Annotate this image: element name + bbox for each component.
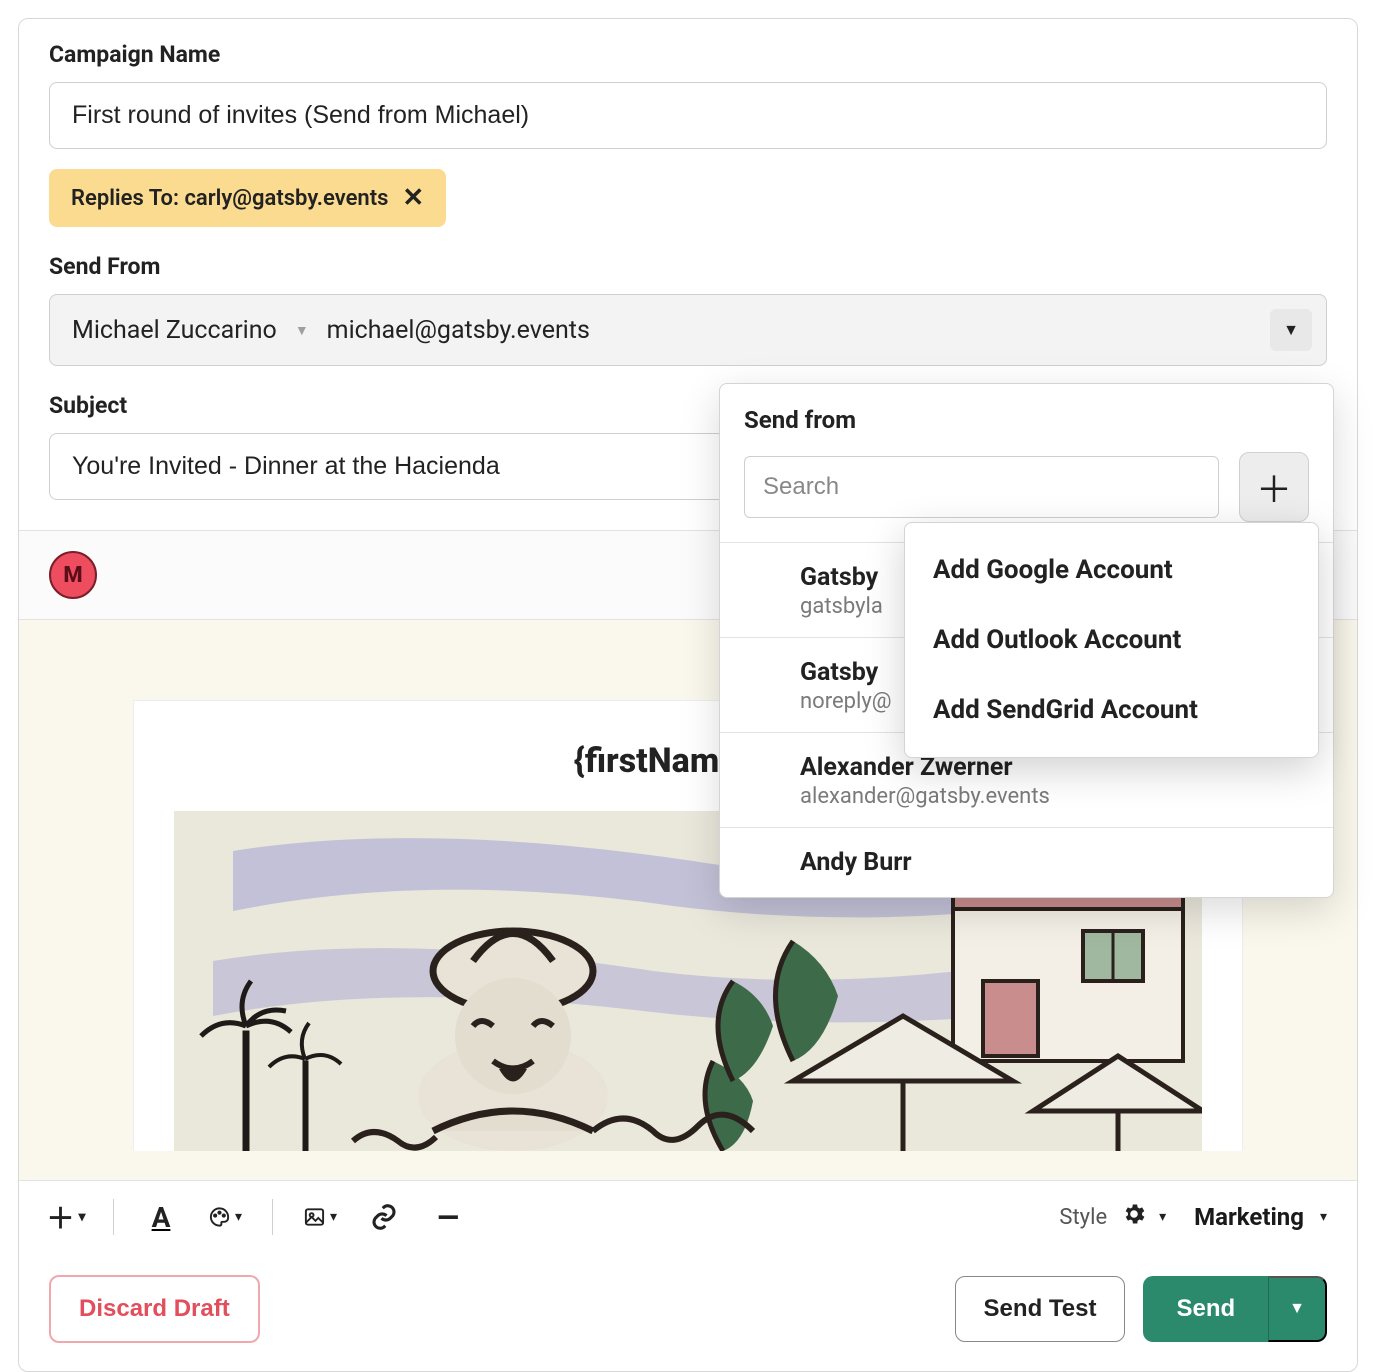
plus-icon: ＋ (1256, 461, 1292, 513)
send-from-name: Michael Zuccarino (72, 316, 277, 345)
editor-toolbar: ＋▾ A ▾ ▾ — Style ▾ Marketing (19, 1180, 1357, 1253)
send-button-group: Send ▼ (1143, 1276, 1327, 1342)
close-icon[interactable]: ✕ (402, 183, 424, 213)
add-block-button[interactable]: ＋▾ (49, 1200, 83, 1234)
replies-to-chip: Replies To: carly@gatsby.events ✕ (49, 169, 446, 227)
chevron-down-icon: ▼ (295, 322, 309, 339)
send-from-select[interactable]: Michael Zuccarino ▼ michael@gatsby.event… (49, 294, 1327, 366)
search-input[interactable] (744, 456, 1219, 518)
divider (113, 1199, 114, 1235)
add-sendgrid-account[interactable]: Add SendGrid Account (905, 675, 1318, 745)
send-caret-button[interactable]: ▼ (1268, 1276, 1327, 1342)
style-label: Style (1059, 1205, 1107, 1230)
replies-to-text: Replies To: carly@gatsby.events (71, 186, 388, 211)
campaign-name-label: Campaign Name (49, 41, 1327, 68)
avatar: M (49, 551, 97, 599)
popover-title: Send from (720, 384, 1333, 452)
mode-dropdown[interactable]: Marketing (1194, 1203, 1304, 1231)
send-button[interactable]: Send (1143, 1276, 1268, 1342)
add-google-account[interactable]: Add Google Account (905, 535, 1318, 605)
sender-email: alexander@gatsby.events (800, 784, 1309, 809)
send-from-popover: Send from ＋ Gatsby gatsbyla Gatsby norep… (719, 383, 1334, 898)
campaign-name-input[interactable] (49, 82, 1327, 149)
horizontal-rule-button[interactable]: — (431, 1200, 465, 1234)
add-account-button[interactable]: ＋ (1239, 452, 1309, 522)
send-test-button[interactable]: Send Test (955, 1276, 1126, 1342)
gear-icon[interactable] (1121, 1201, 1147, 1233)
add-outlook-account[interactable]: Add Outlook Account (905, 605, 1318, 675)
sender-name: Andy Burr (800, 848, 1309, 877)
divider (272, 1199, 273, 1235)
link-button[interactable] (367, 1200, 401, 1234)
discard-draft-button[interactable]: Discard Draft (49, 1275, 260, 1343)
palette-button[interactable]: ▾ (208, 1200, 242, 1234)
avatar-letter: M (63, 563, 82, 588)
sender-option[interactable]: Andy Burr (720, 827, 1333, 897)
chevron-down-icon[interactable]: ▾ (1159, 1209, 1166, 1225)
text-color-button[interactable]: A (144, 1200, 178, 1234)
send-from-email: michael@gatsby.events (327, 316, 590, 345)
campaign-editor-panel: Campaign Name Replies To: carly@gatsby.e… (18, 18, 1358, 1372)
chevron-down-icon[interactable]: ▾ (1320, 1209, 1327, 1225)
image-button[interactable]: ▾ (303, 1200, 337, 1234)
send-from-caret-button[interactable]: ▼ (1270, 309, 1312, 351)
footer-actions: Discard Draft Send Test Send ▼ (19, 1253, 1357, 1371)
send-from-label: Send From (49, 253, 1327, 280)
add-account-menu: Add Google Account Add Outlook Account A… (904, 522, 1319, 758)
